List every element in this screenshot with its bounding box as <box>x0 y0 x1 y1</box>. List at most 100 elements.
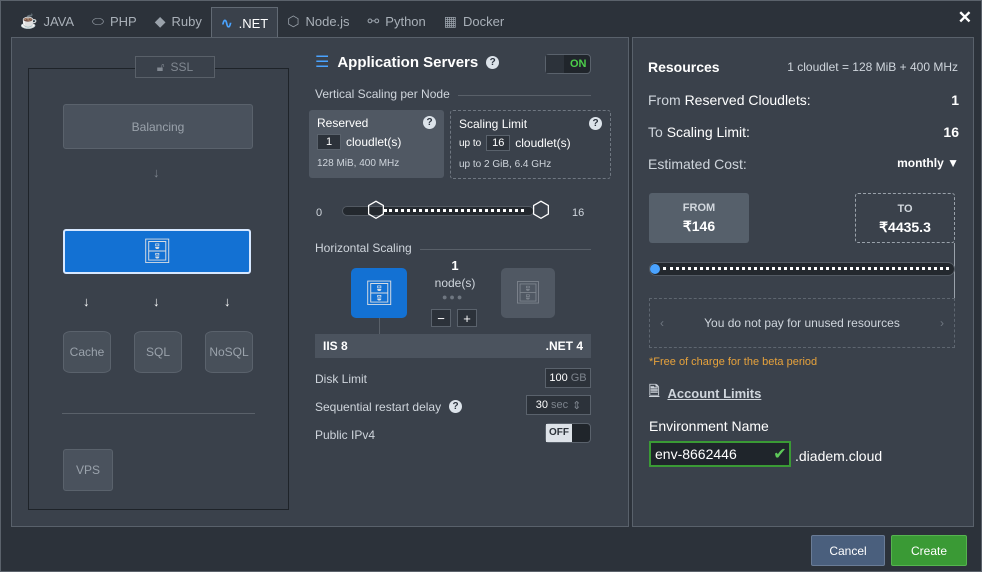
topology-panel: 🔓︎ SSL Balancing ↓ 🗄︎ ↓ ↓ ↓ Cache SQL NoS… <box>11 37 629 527</box>
vps-button[interactable]: VPS <box>63 449 113 491</box>
help-icon[interactable]: ? <box>449 400 463 413</box>
tab-php[interactable]: ⬭ PHP <box>83 7 146 35</box>
reserved-box: Reserved? 1 cloudlet(s) 128 MiB, 400 MHz <box>309 110 444 178</box>
scaling-limit-stepper[interactable]: 16 <box>486 135 511 151</box>
divider <box>420 249 591 250</box>
disk-limit-label: Disk Limit <box>315 372 368 386</box>
from-price-box: FROM ₹146 <box>649 193 749 243</box>
app-servers-toggle[interactable]: ON <box>545 54 591 74</box>
restart-label: Sequential restart delay <box>315 400 442 414</box>
tab-label: Ruby <box>171 13 202 29</box>
reserved-cloudlets-row: From Reserved Cloudlets: 1 <box>648 92 959 108</box>
lock-icon: 🔓︎ <box>156 59 165 74</box>
to-price-box: TO ₹4435.3 <box>855 193 955 243</box>
restart-unit: sec <box>550 399 569 411</box>
divider <box>458 95 591 96</box>
tab-python[interactable]: ⚯ Python <box>359 7 435 35</box>
stack-version: .NET 4 <box>545 339 583 353</box>
upto-label: up to <box>459 137 482 149</box>
dots-icon: ●●● <box>442 292 465 302</box>
nodejs-icon: ⬡ <box>287 12 300 29</box>
sql-button[interactable]: SQL <box>134 331 182 373</box>
toggle-label: ON <box>570 58 587 70</box>
sql-label: SQL <box>145 345 170 359</box>
topology-wizard: 🔓︎ SSL Balancing ↓ 🗄︎ ↓ ↓ ↓ Cache SQL NoS… <box>28 56 289 510</box>
cancel-button[interactable]: Cancel <box>811 535 885 566</box>
layers-icon: ☰ <box>315 54 330 71</box>
balancing-button[interactable]: Balancing <box>63 104 253 149</box>
tab-ruby[interactable]: ◆ Ruby <box>146 7 211 35</box>
divider <box>62 413 255 414</box>
limit-handle-icon[interactable]: ⬡ <box>527 197 555 223</box>
add-node-button[interactable]: + <box>457 309 477 327</box>
nosql-button[interactable]: NoSQL <box>205 331 253 373</box>
notice-text: You do not pay for unused resources <box>704 316 900 330</box>
period-dropdown[interactable]: monthly ▼ <box>897 156 959 172</box>
close-icon[interactable]: ✕ <box>958 8 972 28</box>
tab-dotnet[interactable]: ∿ .NET <box>210 7 279 38</box>
tab-java[interactable]: ☕ JAVA <box>11 7 83 35</box>
help-icon[interactable]: ? <box>589 117 602 130</box>
chevron-left-icon[interactable]: ‹ <box>660 316 664 330</box>
vertical-scaling-heading: Vertical Scaling per Node <box>315 87 450 101</box>
arrow-down-icon: ↓ <box>224 294 231 309</box>
to-head: TO <box>897 203 913 215</box>
reserved-stepper[interactable]: 1 <box>317 134 341 150</box>
disk-value: 100 <box>549 372 568 384</box>
restart-delay-field[interactable]: 30 sec ⇕ <box>526 395 591 415</box>
engine-tabs: ☕ JAVA ⬭ PHP ◆ Ruby ∿ .NET ⬡ Node.js ⚯ Python … <box>11 7 513 38</box>
arrow-down-icon: ↓ <box>83 294 90 309</box>
slider-range <box>384 209 524 212</box>
arrow-down-icon: ↓ <box>153 165 160 180</box>
php-icon: ⬭ <box>92 12 104 29</box>
scaling-limit-label: Scaling Limit <box>459 117 528 131</box>
document-icon: 🗎︎ <box>649 383 660 398</box>
env-name-label: Environment Name <box>649 418 769 434</box>
to-prefix: To <box>648 124 663 140</box>
tab-docker[interactable]: ▦ Docker <box>435 7 513 35</box>
remove-node-button[interactable]: − <box>431 309 451 327</box>
disk-unit: GB <box>570 372 587 384</box>
ssl-toggle[interactable]: 🔓︎ SSL <box>135 56 215 78</box>
cloudlet-rate: 1 cloudlet = 128 MiB + 400 MHz <box>787 60 958 74</box>
cache-button[interactable]: Cache <box>63 331 111 373</box>
stack-bar[interactable]: IIS 8 .NET 4 <box>315 334 591 358</box>
java-icon: ☕ <box>20 12 38 29</box>
tab-nodejs[interactable]: ⬡ Node.js <box>278 7 358 35</box>
reserved-spec: 128 MiB, 400 MHz <box>317 158 400 169</box>
vps-label: VPS <box>75 463 100 477</box>
environment-wizard: ☕ JAVA ⬭ PHP ◆ Ruby ∿ .NET ⬡ Node.js ⚯ Python … <box>0 0 982 572</box>
from-label: Reserved Cloudlets: <box>684 92 811 108</box>
env-domain-suffix: .diadem.cloud <box>795 448 883 464</box>
python-icon: ⚯ <box>367 12 380 29</box>
spinner-icon: ⇕ <box>572 399 582 412</box>
chevron-right-icon[interactable]: › <box>940 316 944 330</box>
cost-range <box>663 267 949 270</box>
reserved-handle-icon[interactable]: ⬡ <box>362 197 390 223</box>
nosql-label: NoSQL <box>209 345 249 359</box>
help-icon[interactable]: ? <box>423 116 436 129</box>
ipv4-label: Public IPv4 <box>315 428 376 442</box>
help-icon[interactable]: ? <box>486 55 500 69</box>
reserved-label: Reserved <box>317 116 369 130</box>
create-button[interactable]: Create <box>891 535 967 566</box>
ipv4-toggle[interactable]: OFF <box>545 423 591 443</box>
restart-value: 30 <box>535 399 548 411</box>
cache-label: Cache <box>69 345 105 359</box>
server-icon: 🗄︎ <box>141 238 173 265</box>
unused-resources-notice: ‹ You do not pay for unused resources › <box>649 298 955 348</box>
app-server-node[interactable]: 🗄︎ <box>63 229 251 274</box>
disk-limit-field[interactable]: 100 GB <box>545 368 591 388</box>
resources-panel: Resources 1 cloudlet = 128 MiB + 400 MHz… <box>632 37 974 527</box>
cost-label: Estimated Cost: <box>648 156 747 172</box>
app-server-config: ☰ Application Servers ? ON <box>315 52 591 74</box>
scaling-limit-box: Scaling Limit? up to 16 cloudlet(s) up to … <box>450 110 611 179</box>
server-node-icon[interactable]: 🗄︎ <box>351 268 407 318</box>
account-limits-link[interactable]: 🗎︎ Account Limits <box>649 382 761 404</box>
from-head: FROM <box>682 202 716 214</box>
connector <box>379 318 380 334</box>
toggle-label: OFF <box>546 424 572 442</box>
check-icon: ✔ <box>773 446 787 463</box>
inactive-server-icon[interactable]: 🗄︎ <box>501 268 555 318</box>
from-price: ₹146 <box>682 218 716 234</box>
